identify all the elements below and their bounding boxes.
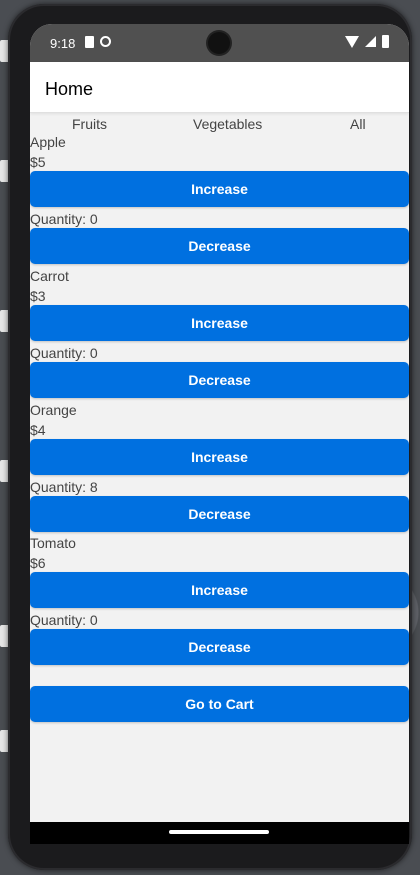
system-navigation-bar [30, 822, 409, 844]
status-system-icons [345, 35, 389, 48]
decrease-button[interactable]: Decrease [30, 629, 409, 665]
page-title: Home [45, 79, 94, 99]
front-camera-icon [208, 32, 230, 54]
increase-button[interactable]: Increase [30, 171, 409, 207]
status-bar: 9:18 [30, 24, 409, 62]
product-quantity: Quantity: 0 [30, 612, 98, 628]
decrease-button[interactable]: Decrease [30, 228, 409, 264]
product-name: Orange [30, 402, 77, 418]
tab-vegetables[interactable]: Vegetables [193, 116, 262, 132]
sim-card-icon [85, 36, 94, 48]
increase-button[interactable]: Increase [30, 305, 409, 341]
product-quantity: Quantity: 0 [30, 345, 98, 361]
app-bar: Home [30, 62, 409, 113]
product-name: Apple [30, 134, 66, 150]
tab-all[interactable]: All [350, 116, 366, 132]
product-name: Tomato [30, 535, 76, 551]
product-price: $3 [30, 288, 46, 304]
product-price: $5 [30, 154, 46, 170]
increase-button[interactable]: Increase [30, 439, 409, 475]
home-gesture-handle[interactable] [169, 830, 269, 834]
product-quantity: Quantity: 8 [30, 479, 98, 495]
status-notification-icons [85, 36, 111, 48]
product-quantity: Quantity: 0 [30, 211, 98, 227]
data-saver-icon [100, 36, 111, 47]
decrease-button[interactable]: Decrease [30, 362, 409, 398]
status-time: 9:18 [50, 36, 76, 51]
go-to-cart-button[interactable]: Go to Cart [30, 686, 409, 722]
phone-frame: 9:18 Home Fruits Vegetables All Apple $5 [8, 4, 412, 870]
category-tabs: Fruits Vegetables All [30, 114, 409, 134]
product-name: Carrot [30, 268, 69, 284]
tab-fruits[interactable]: Fruits [72, 116, 107, 132]
product-price: $6 [30, 555, 46, 571]
phone-screen: 9:18 Home Fruits Vegetables All Apple $5 [30, 24, 409, 844]
battery-icon [382, 35, 389, 48]
wifi-icon [345, 35, 359, 48]
decrease-button[interactable]: Decrease [30, 496, 409, 532]
cell-signal-icon [365, 36, 376, 47]
product-price: $4 [30, 422, 46, 438]
increase-button[interactable]: Increase [30, 572, 409, 608]
